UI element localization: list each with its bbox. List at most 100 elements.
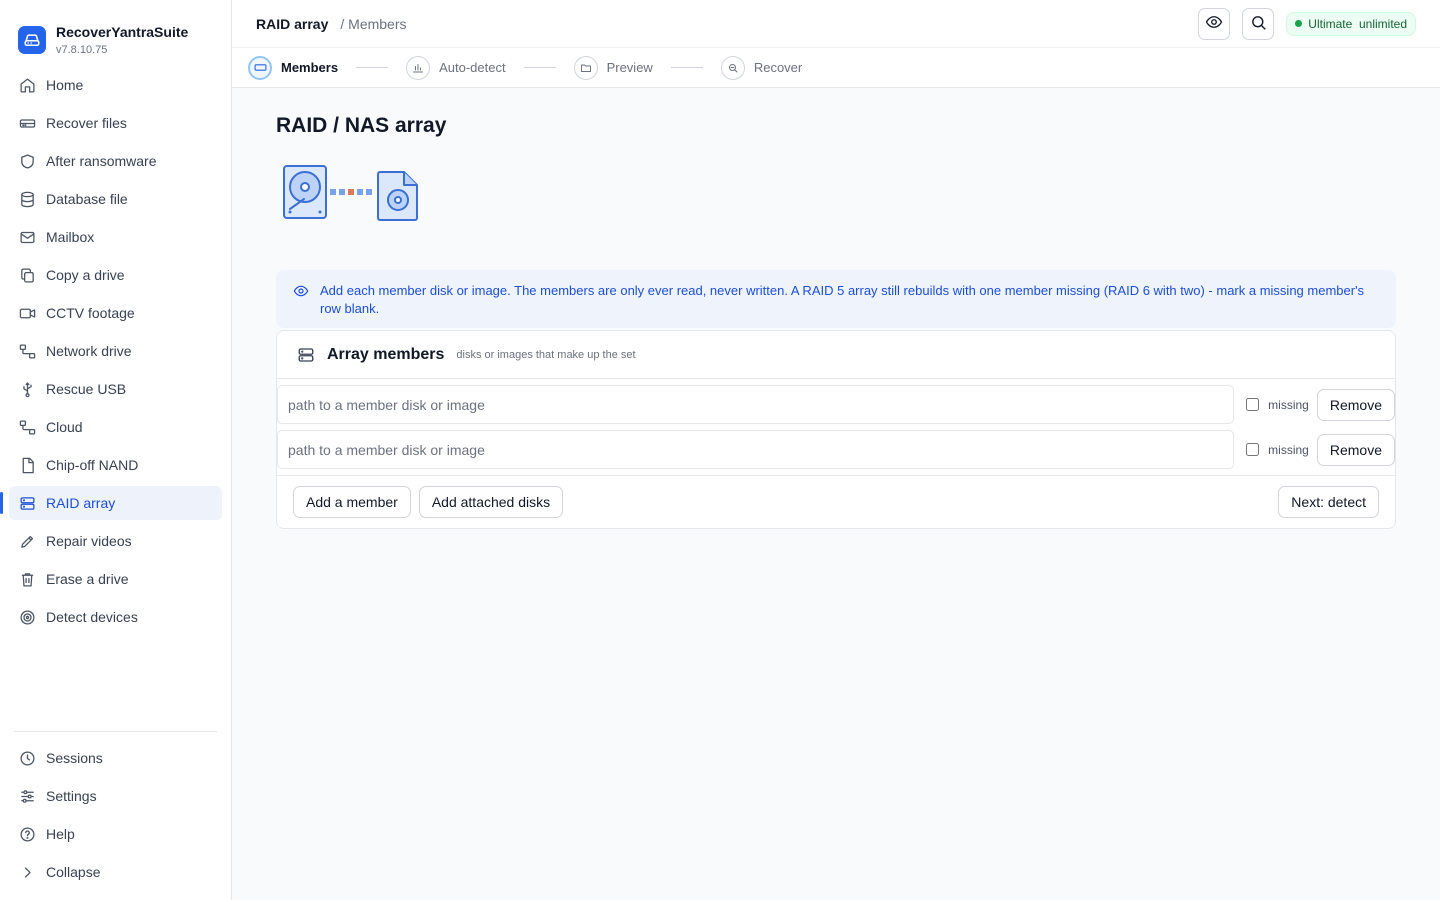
- sidebar-item-network-drive[interactable]: Network drive: [9, 334, 222, 368]
- sidebar-item-after-ransomware[interactable]: After ransomware: [9, 144, 222, 178]
- step-label: Members: [281, 60, 339, 75]
- missing-checkbox[interactable]: [1246, 443, 1260, 456]
- breadcrumb-title[interactable]: RAID array: [256, 16, 328, 32]
- sidebar-item-help[interactable]: Help: [9, 817, 222, 851]
- member-row: missing Remove: [277, 385, 1395, 424]
- remove-member-button[interactable]: Remove: [1316, 388, 1395, 421]
- sidebar-item-label: Collapse: [46, 864, 101, 880]
- home-icon: [18, 76, 36, 94]
- sidebar-item-cctv-footage[interactable]: CCTV footage: [9, 296, 222, 330]
- sidebar-item-cloud[interactable]: Cloud: [9, 410, 222, 444]
- sidebar-item-raid-array[interactable]: RAID array: [0, 486, 222, 520]
- sidebar-item-rescue-usb[interactable]: Rescue USB: [9, 372, 222, 406]
- mail-icon: [18, 228, 36, 246]
- add-member-button[interactable]: Add a member: [293, 486, 411, 518]
- hard-disk-icon: [283, 165, 327, 219]
- member-path-input[interactable]: [277, 430, 1235, 469]
- cloud-icon: [18, 418, 36, 436]
- eye-icon: [292, 282, 310, 318]
- missing-toggle[interactable]: missing: [1246, 443, 1309, 457]
- sidebar-item-label: After ransomware: [46, 153, 157, 169]
- app-logo-icon: [18, 26, 46, 54]
- sidebar-item-erase-a-drive[interactable]: Erase a drive: [9, 562, 222, 596]
- pen-icon: [18, 532, 36, 550]
- info-notice: Add each member disk or image. The membe…: [276, 270, 1396, 328]
- server-icon: [297, 346, 315, 364]
- sidebar-item-home[interactable]: Home: [9, 68, 222, 102]
- plan-badge: Ultimate unlimited: [1286, 11, 1416, 36]
- step-connector: [523, 67, 556, 68]
- drive-icon: [18, 114, 36, 132]
- sidebar-item-label: Home: [46, 77, 84, 93]
- sliders-icon: [18, 787, 36, 805]
- sidebar-item-label: Detect devices: [46, 609, 138, 625]
- step-preview[interactable]: Preview: [573, 55, 653, 80]
- member-row: missing Remove: [277, 430, 1395, 469]
- sidebar-item-label: RAID array: [46, 495, 116, 511]
- sidebar-item-database-file[interactable]: Database file: [9, 182, 222, 216]
- sidebar-item-label: Repair videos: [46, 533, 132, 549]
- file-icon: [18, 456, 36, 474]
- missing-label: missing: [1268, 442, 1309, 457]
- preview-toggle-button[interactable]: [1198, 7, 1231, 40]
- shield-icon: [18, 152, 36, 170]
- sidebar-item-label: Mailbox: [46, 229, 95, 245]
- sidebar-item-label: Network drive: [46, 343, 132, 359]
- sidebar-item-label: Settings: [46, 788, 97, 804]
- step-members[interactable]: Members: [248, 55, 339, 80]
- missing-toggle[interactable]: missing: [1246, 398, 1309, 412]
- step-auto-detect[interactable]: Auto-detect: [406, 55, 506, 80]
- top-bar: RAID array / Members Ultimate unlimited: [232, 0, 1440, 48]
- sidebar-item-collapse[interactable]: Collapse: [9, 855, 222, 889]
- search-button[interactable]: [1242, 7, 1275, 40]
- sidebar-item-copy-a-drive[interactable]: Copy a drive: [9, 258, 222, 292]
- sidebar-item-label: Copy a drive: [46, 267, 125, 283]
- usb-icon: [18, 380, 36, 398]
- content: RAID / NAS array Add each member disk or…: [232, 88, 1440, 529]
- sidebar-item-recover-files[interactable]: Recover files: [9, 106, 222, 140]
- zoom-icon: [720, 55, 745, 80]
- data-transfer-icon: [330, 189, 372, 195]
- folder-icon: [573, 55, 598, 80]
- sidebar-item-detect-devices[interactable]: Detect devices: [9, 600, 222, 634]
- sidebar-item-label: Database file: [46, 191, 128, 207]
- status-dot-icon: [1295, 20, 1303, 27]
- sidebar-item-label: Rescue USB: [46, 381, 127, 397]
- missing-checkbox[interactable]: [1246, 398, 1260, 411]
- sidebar-item-label: Help: [46, 826, 75, 842]
- database-icon: [18, 190, 36, 208]
- sidebar-item-label: Chip-off NAND: [46, 457, 139, 473]
- brand[interactable]: RecoverYantraSuite v7.8.10.75: [0, 0, 231, 62]
- add-attached-disks-button[interactable]: Add attached disks: [418, 486, 564, 518]
- wizard-steps: Members Auto-detect Preview Recover: [232, 48, 1440, 88]
- sidebar-divider: [14, 731, 217, 732]
- page-title: RAID / NAS array: [276, 114, 447, 137]
- sidebar-item-label: Cloud: [46, 419, 83, 435]
- chevron-right-icon: [18, 863, 36, 881]
- help-icon: [18, 825, 36, 843]
- card-header: Array members disks or images that make …: [277, 331, 1395, 379]
- sidebar-item-label: CCTV footage: [46, 305, 135, 321]
- app-version: v7.8.10.75: [56, 44, 108, 56]
- app-name: RecoverYantraSuite: [56, 24, 189, 40]
- sidebar-item-sessions[interactable]: Sessions: [9, 741, 222, 775]
- remove-member-button[interactable]: Remove: [1316, 433, 1395, 466]
- copy-icon: [18, 266, 36, 284]
- sidebar-nav: Home Recover files After ransomware Data…: [0, 68, 231, 638]
- sidebar-item-chip-off-nand[interactable]: Chip-off NAND: [9, 448, 222, 482]
- sidebar-item-settings[interactable]: Settings: [9, 779, 222, 813]
- target-icon: [18, 608, 36, 626]
- clock-icon: [18, 749, 36, 767]
- next-detect-button[interactable]: Next: detect: [1278, 486, 1379, 518]
- main-area: RAID array / Members Ultimate unlimited …: [232, 0, 1440, 900]
- step-connector: [670, 67, 703, 68]
- sidebar: RecoverYantraSuite v7.8.10.75 Home Recov…: [0, 0, 232, 900]
- sidebar-item-mailbox[interactable]: Mailbox: [9, 220, 222, 254]
- search-icon: [1250, 14, 1267, 34]
- member-path-input[interactable]: [277, 385, 1235, 424]
- array-members-card: Array members disks or images that make …: [276, 330, 1396, 529]
- drive-icon: [248, 55, 272, 80]
- raid-illustration: [276, 160, 1396, 240]
- sidebar-item-repair-videos[interactable]: Repair videos: [9, 524, 222, 558]
- step-recover[interactable]: Recover: [720, 55, 802, 80]
